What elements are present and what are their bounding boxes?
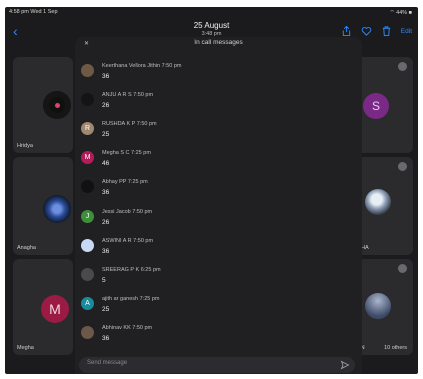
viewer-count: 25	[102, 305, 110, 313]
viewer-count: 36	[102, 247, 110, 255]
participant-tile[interactable]: CHA	[357, 157, 413, 255]
viewer-avatar	[81, 64, 94, 77]
viewer-count: 36	[102, 334, 110, 342]
viewer-row[interactable]: Abhinav KK 7:50 pm 36	[81, 323, 351, 349]
viewer-count: 26	[102, 218, 110, 226]
send-icon[interactable]	[340, 360, 350, 370]
tile-label: Anagha	[17, 245, 36, 251]
participant-avatar: S	[363, 93, 389, 119]
edit-button[interactable]: Edit	[401, 28, 412, 35]
viewer-name: Abhay PP 7:25 pm	[102, 179, 148, 186]
participant-avatar	[365, 189, 391, 215]
viewer-name: Megha S C 7:25 pm	[102, 150, 151, 157]
participant-tile[interactable]: Anagha	[13, 157, 73, 255]
viewer-avatar: J	[81, 209, 94, 223]
battery-indicator: ⌔ 44% ■	[389, 10, 412, 16]
viewer-avatar: M	[81, 151, 94, 165]
viewer-count: 26	[102, 102, 110, 110]
participant-tile[interactable]: Hridya	[13, 57, 73, 153]
mute-icon	[398, 162, 407, 171]
participant-avatar: M	[41, 295, 69, 323]
viewer-count: 36	[102, 73, 110, 80]
share-icon[interactable]	[341, 25, 352, 37]
tile-label: Hridya	[17, 143, 33, 149]
viewer-row[interactable]: Abhay PP 7:25 pm 36	[81, 177, 351, 203]
viewer-avatar: R	[81, 122, 94, 136]
participant-avatar	[43, 195, 71, 223]
viewer-name: Jessi Jacob 7:50 pm	[102, 208, 153, 215]
viewer-count: 46	[102, 160, 110, 168]
participant-tile[interactable]: AN 10 others	[357, 259, 413, 355]
viewer-avatar	[81, 180, 94, 194]
nav-actions: Edit	[341, 25, 412, 37]
avatar-detail	[55, 103, 60, 108]
viewer-row[interactable]: Aajith ar ganesh 7:25 pm 25	[81, 294, 351, 320]
screen: 4:58 pm Wed 1 Sep ⌔ 44% ■ ‹ 25 August 3:…	[5, 7, 418, 374]
viewers-sheet: ✕ In call messages Keerthana Vellora Jit…	[75, 37, 362, 374]
viewer-count: 5	[102, 276, 106, 284]
viewer-name: Keerthana Vellora Jithin 7:50 pm	[102, 63, 182, 69]
viewer-avatar: A	[81, 296, 94, 310]
tile-label: 10 others	[384, 345, 407, 351]
viewer-row[interactable]: ANJU A R S 7:50 pm 26	[81, 90, 351, 116]
viewer-name: ASWINI A R 7:50 pm	[102, 237, 154, 244]
composer[interactable]: Send message	[79, 357, 355, 373]
status-time: 4:58 pm Wed 1 Sep	[9, 9, 58, 15]
trash-icon[interactable]	[381, 25, 392, 37]
viewer-name: ANJU A R S 7:50 pm	[102, 92, 154, 99]
status-bar: 4:58 pm Wed 1 Sep ⌔ 44% ■	[5, 7, 418, 19]
viewer-row[interactable]: ASWINI A R 7:50 pm 36	[81, 236, 351, 262]
participant-tile[interactable]: M Megha	[13, 259, 73, 355]
message-input[interactable]: Send message	[87, 360, 127, 366]
participant-tile[interactable]: S	[357, 57, 413, 153]
viewer-name: SREERAG P K 6:25 pm	[102, 266, 161, 273]
mute-icon	[398, 264, 407, 273]
tile-label: Megha	[17, 345, 34, 351]
viewer-avatar	[81, 238, 94, 252]
participant-avatar	[365, 293, 391, 319]
sheet-title: In call messages	[194, 39, 243, 46]
viewer-avatar	[81, 325, 94, 339]
viewer-avatar	[81, 267, 94, 281]
viewer-row[interactable]: J Jessi Jacob 7:50 pm 26	[81, 207, 351, 233]
viewer-name: ajith ar ganesh 7:25 pm	[102, 295, 160, 302]
viewer-row[interactable]: SREERAG P K 6:25 pm 5	[81, 265, 351, 291]
heart-icon[interactable]	[361, 25, 372, 37]
viewer-name: Abhinav KK 7:50 pm	[102, 324, 153, 331]
viewer-row[interactable]: R RUSHDA K P 7:50 pm 25	[81, 119, 351, 145]
viewer-row[interactable]: M Megha S C 7:25 pm 46	[81, 148, 351, 174]
viewer-row[interactable]: Keerthana Vellora Jithin 7:50 pm 36	[81, 61, 351, 87]
mute-icon	[398, 62, 407, 71]
viewer-count: 36	[102, 189, 110, 197]
viewer-avatar	[81, 93, 94, 107]
viewer-name: RUSHDA K P 7:50 pm	[102, 121, 157, 128]
viewer-count: 25	[102, 131, 110, 139]
